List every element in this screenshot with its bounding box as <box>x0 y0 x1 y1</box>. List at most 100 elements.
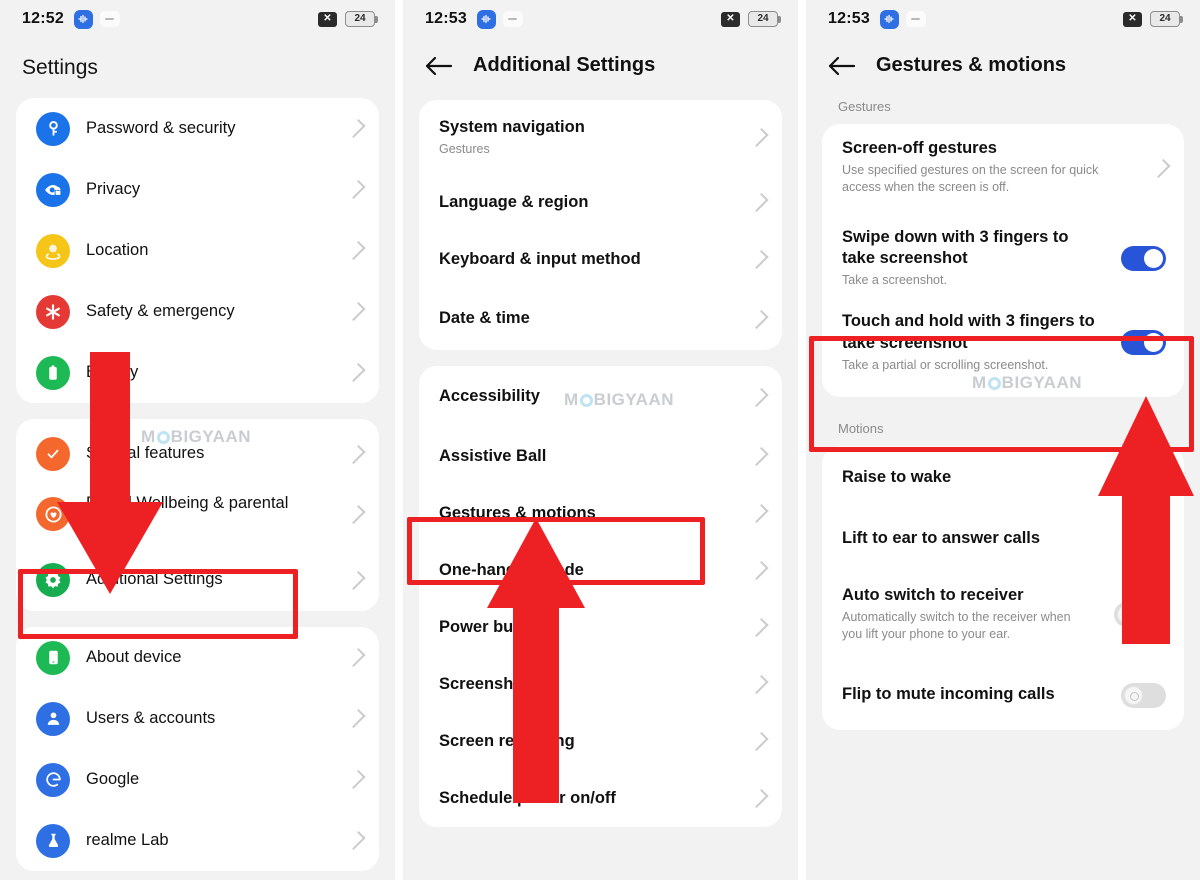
sound-wave-icon <box>73 9 93 29</box>
list-item-label: Raise to wake <box>842 468 952 487</box>
list-item[interactable]: realme Lab <box>16 810 379 871</box>
toggle-swipe-down-3-fingers[interactable] <box>1121 245 1166 271</box>
page-title: Gestures & motions <box>876 54 1067 76</box>
list-item[interactable]: One-handed mode <box>419 542 782 599</box>
dash-icon <box>502 11 523 27</box>
list-item[interactable]: Screenshot <box>419 656 782 713</box>
toggle-knob <box>1144 333 1163 352</box>
list-item[interactable]: Safety & emergency <box>16 281 379 342</box>
lab-flask-icon <box>36 823 70 858</box>
status-bar-right: ✕ 24 <box>721 11 781 27</box>
chevron-right-icon <box>749 192 769 213</box>
list-item-label: realme Lab <box>86 830 169 849</box>
x-icon: ✕ <box>318 11 337 27</box>
list-item-label: Swipe down with 3 fingers to take screen… <box>842 227 1069 268</box>
list-item-label: Flip to mute incoming calls <box>842 685 1055 704</box>
page-title: Settings <box>22 56 98 79</box>
status-bar-right: ✕ 24 <box>318 11 378 27</box>
list-item-raise-to-wake[interactable]: Raise to wake <box>822 446 1184 510</box>
back-arrow-icon[interactable] <box>425 55 453 77</box>
list-item-label: System navigation <box>439 117 585 136</box>
toggle-knob <box>1144 248 1163 268</box>
motions-card: Raise to wake Lift to ear to answer call… <box>822 446 1184 730</box>
gestures-card: Screen-off gestures Use specified gestur… <box>822 124 1184 397</box>
chevron-right-icon <box>346 769 366 790</box>
panel-settings: 12:52 ✕ 24 Settings Password & security <box>0 0 395 880</box>
chevron-right-icon <box>346 570 366 590</box>
list-item-touch-hold-3-fingers[interactable]: Touch and hold with 3 fingers to take sc… <box>822 302 1184 397</box>
x-icon: ✕ <box>721 11 740 27</box>
list-item[interactable]: Battery <box>16 342 379 403</box>
chevron-right-icon <box>749 788 769 809</box>
list-item-flip-to-mute[interactable]: Flip to mute incoming calls <box>822 660 1184 730</box>
back-arrow-icon[interactable] <box>828 55 856 77</box>
list-item-gestures-motions[interactable]: Gestures & motions <box>419 485 782 542</box>
battery-level: 24 <box>1159 13 1171 24</box>
phone-icon <box>36 640 70 675</box>
additional-group-2: M BIGYAAN Accessibility Assistive Ball Ge… <box>419 366 782 827</box>
list-item[interactable]: About device <box>16 627 379 688</box>
list-item[interactable]: Schedule power on/off <box>419 770 782 827</box>
settings-group-2: M BIGYAAN Special features Digital Wellbe… <box>16 419 379 611</box>
list-item[interactable]: Users & accounts <box>16 688 379 749</box>
list-item[interactable]: Google <box>16 749 379 810</box>
battery-icon <box>36 355 70 390</box>
list-item-sublabel: Gestures <box>439 141 490 156</box>
list-item-label: Schedule power on/off <box>439 788 616 807</box>
list-item-lift-to-ear[interactable]: Lift to ear to answer calls <box>822 510 1184 568</box>
chevron-right-icon <box>749 674 769 695</box>
screenshot-stage: 12:52 ✕ 24 Settings Password & security <box>0 0 1200 880</box>
dash-icon <box>905 11 926 27</box>
list-item[interactable]: Location <box>16 220 379 281</box>
list-item-label: Special features <box>86 444 205 463</box>
toggle-flip-to-mute[interactable] <box>1121 682 1166 708</box>
section-label-motions: Motions <box>838 421 884 436</box>
status-bar: 12:53 ✕ 24 <box>806 0 1200 38</box>
status-bar: 12:53 ✕ 24 <box>403 0 798 38</box>
list-item[interactable]: Keyboard & input method <box>419 231 782 288</box>
chevron-right-icon <box>749 560 769 581</box>
list-item-label: Google <box>86 769 140 788</box>
list-item-label: Touch and hold with 3 fingers to take sc… <box>842 312 1095 352</box>
list-item-label: Privacy <box>86 179 141 198</box>
panel-gestures-motions: 12:53 ✕ 24 Gestures & motions Gestures S… <box>806 0 1200 880</box>
list-item[interactable]: Power button <box>419 599 782 656</box>
list-item-swipe-down-3-fingers[interactable]: Swipe down with 3 fingers to take screen… <box>822 214 1184 302</box>
list-item-label: Battery <box>86 362 139 381</box>
chevron-right-icon <box>346 647 366 668</box>
chevron-right-icon <box>346 301 366 322</box>
list-item[interactable]: Date & time <box>419 288 782 350</box>
list-item-sublabel: Take a screenshot. <box>842 273 947 288</box>
list-item[interactable]: Privacy <box>16 159 379 220</box>
list-item[interactable]: Screen recording <box>419 713 782 770</box>
list-item[interactable]: Language & region <box>419 174 782 231</box>
panel-additional-settings: 12:53 ✕ 24 Additional Settings System na… <box>403 0 798 880</box>
google-icon <box>36 762 70 797</box>
list-item-auto-switch-receiver[interactable]: Auto switch to receiver Automatically sw… <box>822 568 1184 660</box>
x-icon: ✕ <box>1123 11 1142 27</box>
list-item[interactable]: System navigation Gestures <box>419 100 782 174</box>
emergency-star-icon <box>36 294 70 329</box>
list-item[interactable]: Special features <box>16 419 379 479</box>
list-item[interactable]: Accessibility <box>419 366 782 428</box>
nav-header: Additional Settings <box>403 38 798 95</box>
gear-icon <box>36 563 70 597</box>
sound-wave-icon <box>476 9 496 29</box>
list-item-label: Power button <box>439 617 545 636</box>
chevron-right-icon <box>749 309 769 329</box>
list-item[interactable]: Password & security <box>16 98 379 159</box>
toggle-auto-switch-receiver[interactable] <box>1114 601 1159 627</box>
list-item[interactable]: Assistive Ball <box>419 428 782 485</box>
status-bar-time: 12:52 <box>22 10 64 27</box>
toggle-knob <box>1117 604 1136 624</box>
list-item-label: Date & time <box>439 309 530 328</box>
list-item-screen-off-gestures[interactable]: Screen-off gestures Use specified gestur… <box>822 124 1184 214</box>
sidebar-item-additional-settings[interactable]: Additional Settings <box>16 549 379 611</box>
chevron-right-icon <box>346 118 366 139</box>
list-item-sublabel: Take a partial or scrolling screenshot. <box>842 357 1049 372</box>
toggle-touch-hold-3-fingers[interactable] <box>1121 330 1166 355</box>
chevron-right-icon <box>346 830 366 851</box>
privacy-eye-icon <box>36 172 70 207</box>
list-item[interactable]: Digital Wellbeing & parental controls <box>16 479 379 549</box>
chevron-right-icon <box>749 617 769 638</box>
